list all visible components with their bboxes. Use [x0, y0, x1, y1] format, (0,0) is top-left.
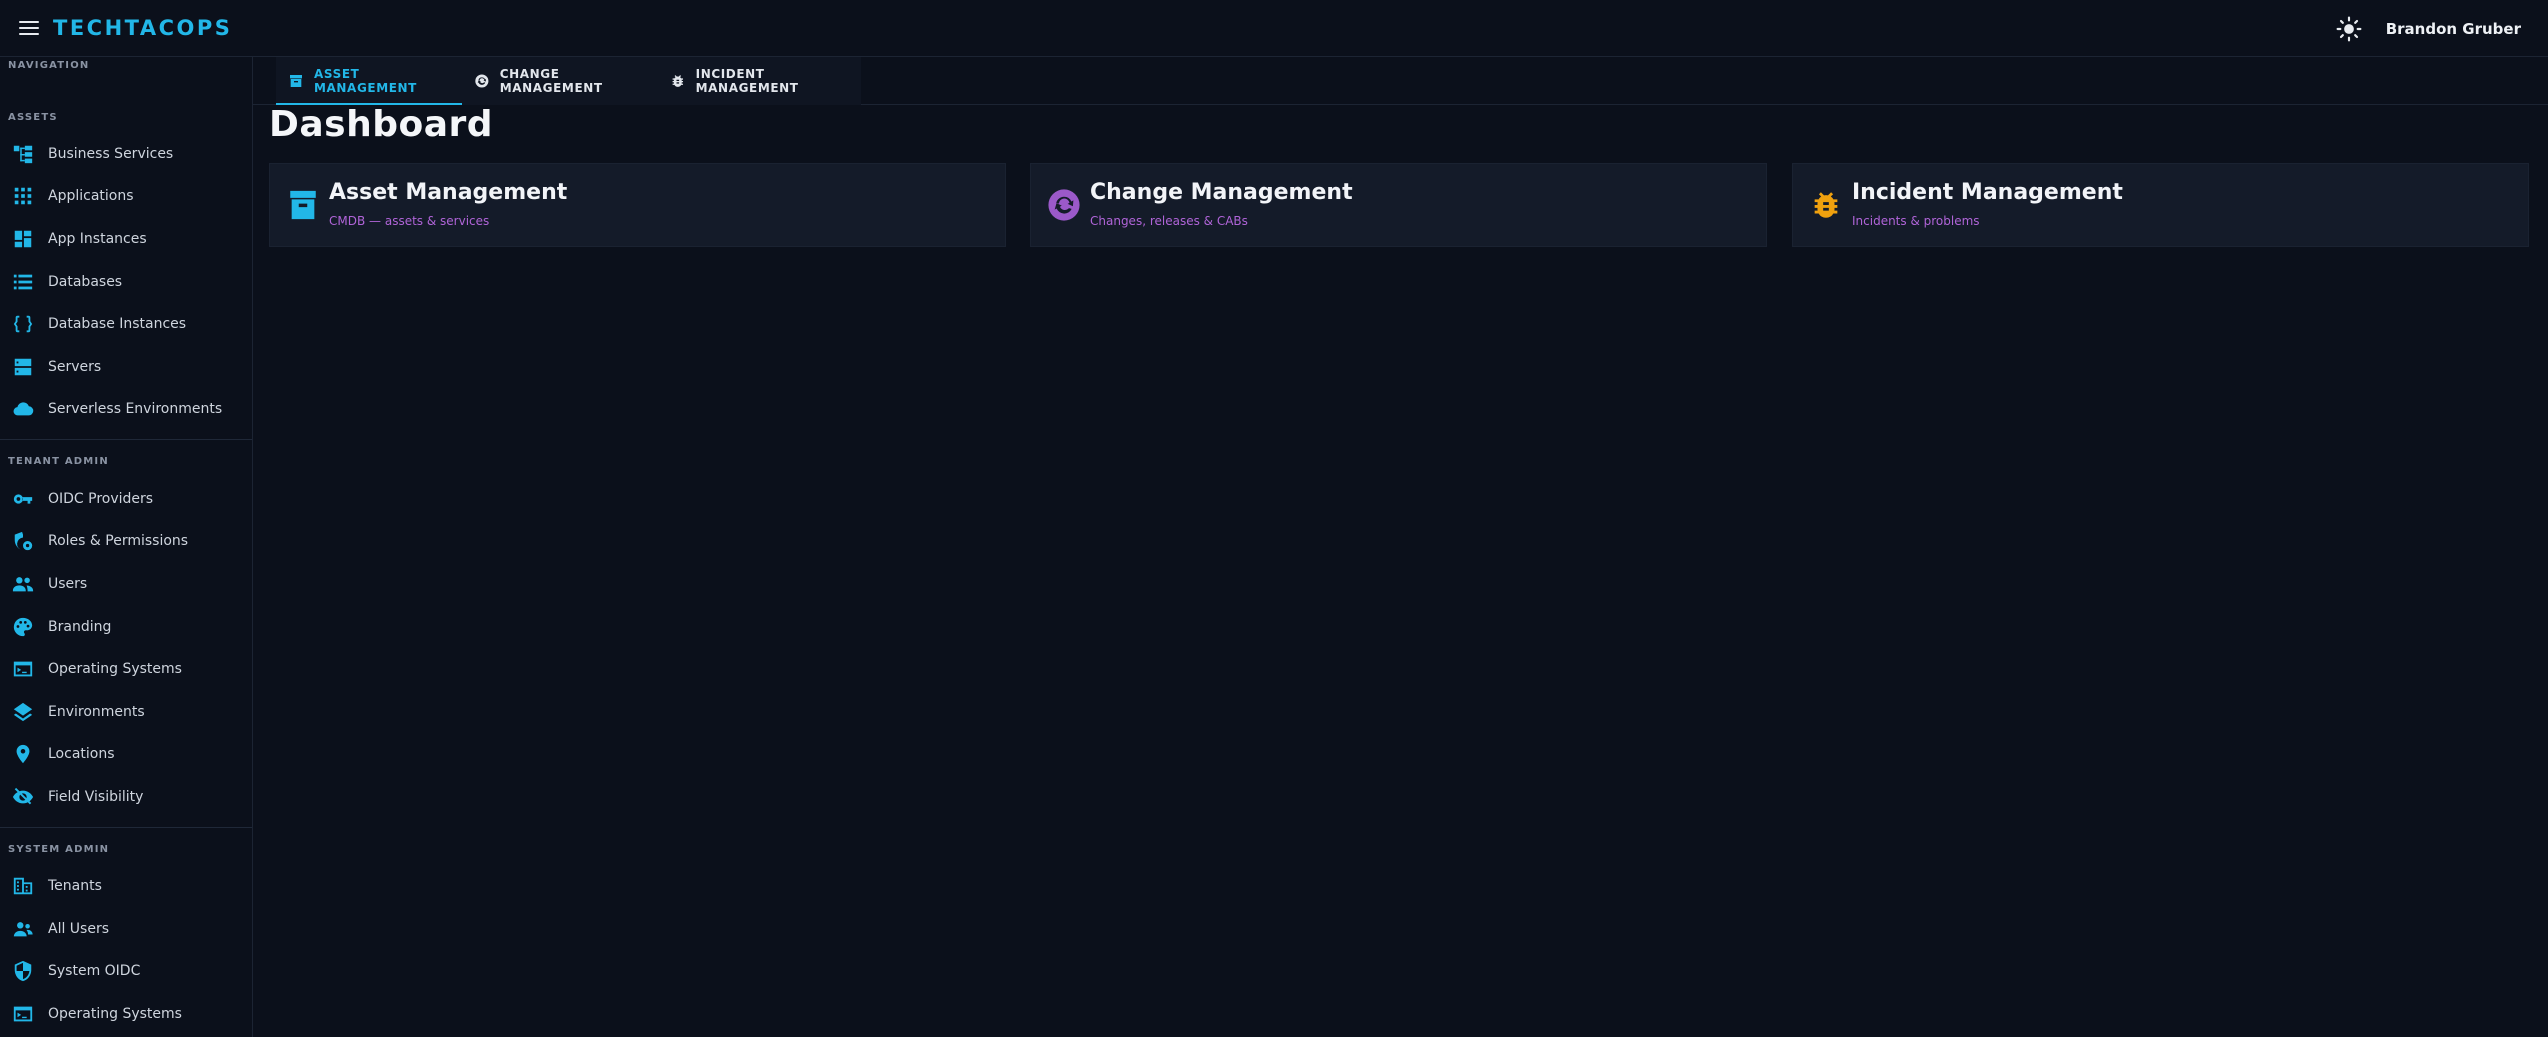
sidebar-section-assets: ASSETS: [8, 112, 58, 123]
shield-icon: [12, 960, 34, 982]
top-bar: TECHTACOPS Brandon Gruber: [0, 0, 2548, 57]
eye-off-icon: [12, 786, 34, 808]
terminal-icon: [12, 1003, 34, 1025]
people-icon: [12, 573, 34, 595]
sidebar-item-locations[interactable]: Locations: [0, 734, 252, 774]
archive-box-icon: [290, 190, 316, 220]
sidebar-nav-title: NAVIGATION: [8, 60, 90, 71]
sidebar-item-label: Locations: [48, 746, 115, 762]
sidebar-item-label: System OIDC: [48, 963, 141, 979]
hierarchy-icon: [12, 143, 34, 165]
sidebar-item-serverless-environments[interactable]: Serverless Environments: [0, 389, 252, 429]
sidebar-item-field-visibility[interactable]: Field Visibility: [0, 777, 252, 817]
sidebar-item-databases[interactable]: Databases: [0, 262, 252, 302]
card-subtitle: Incidents & problems: [1852, 214, 1980, 228]
tab-asset-management[interactable]: ASSET MANAGEMENT: [276, 57, 462, 105]
user-name[interactable]: Brandon Gruber: [2386, 20, 2521, 38]
sidebar-item-database-instances[interactable]: Database Instances: [0, 304, 252, 344]
sidebar-item-system-oidc[interactable]: System OIDC: [0, 951, 252, 991]
sidebar-section-system-admin: SYSTEM ADMIN: [8, 844, 110, 855]
sidebar-item-system-operating-systems[interactable]: Operating Systems: [0, 994, 252, 1034]
location-pin-icon: [12, 743, 34, 765]
building-icon: [12, 875, 34, 897]
terminal-icon: [12, 658, 34, 680]
sidebar-item-app-instances[interactable]: App Instances: [0, 219, 252, 259]
card-title: Asset Management: [329, 180, 568, 205]
sidebar-item-label: Environments: [48, 704, 145, 720]
layers-icon: [12, 701, 34, 723]
database-list-icon: [12, 271, 34, 293]
sidebar-item-operating-systems[interactable]: Operating Systems: [0, 649, 252, 689]
server-icon: [12, 356, 34, 378]
sidebar-item-users[interactable]: Users: [0, 564, 252, 604]
tab-label: INCIDENT MANAGEMENT: [695, 67, 799, 95]
sync-circle-icon: [1048, 189, 1080, 221]
palette-icon: [12, 616, 34, 638]
bug-icon: [672, 75, 684, 87]
card-asset-management[interactable]: Asset Management CMDB — assets & service…: [269, 163, 1006, 247]
tab-label: ASSET MANAGEMENT: [313, 67, 417, 95]
tab-incident-management[interactable]: INCIDENT MANAGEMENT: [658, 57, 861, 105]
sidebar-item-label: App Instances: [48, 231, 147, 247]
dashboard-tiles-icon: [12, 228, 34, 250]
card-subtitle: Changes, releases & CABs: [1090, 214, 1248, 228]
tab-label: CHANGE MANAGEMENT: [499, 67, 603, 95]
bug-icon: [1814, 192, 1838, 218]
page-title: Dashboard: [269, 104, 494, 145]
sidebar-item-oidc-providers[interactable]: OIDC Providers: [0, 479, 252, 519]
card-title: Change Management: [1090, 180, 1353, 205]
sidebar-divider: [0, 439, 252, 440]
card-subtitle: CMDB — assets & services: [329, 214, 490, 228]
sidebar-item-roles-permissions[interactable]: Roles & Permissions: [0, 521, 252, 561]
sidebar-item-label: Applications: [48, 188, 134, 204]
sidebar-item-label: Field Visibility: [48, 789, 144, 805]
sidebar-item-branding[interactable]: Branding: [0, 607, 252, 647]
sidebar-item-label: Database Instances: [48, 316, 187, 332]
sidebar-item-label: OIDC Providers: [48, 491, 154, 507]
sidebar-item-label: Users: [48, 576, 88, 592]
sidebar-item-tenants[interactable]: Tenants: [0, 866, 252, 906]
sidebar-item-label: Serverless Environments: [48, 401, 223, 417]
sidebar-item-label: Databases: [48, 274, 123, 290]
brand-logo[interactable]: TECHTACOPS: [53, 16, 232, 40]
key-icon: [12, 488, 34, 510]
sidebar-divider: [0, 827, 252, 828]
cloud-icon: [12, 398, 34, 420]
sidebar-item-label: Operating Systems: [48, 661, 182, 677]
sidebar-item-servers[interactable]: Servers: [0, 347, 252, 387]
sidebar-item-label: All Users: [48, 921, 110, 937]
sidebar-item-label: Roles & Permissions: [48, 533, 189, 549]
tab-change-management[interactable]: CHANGE MANAGEMENT: [462, 57, 658, 105]
sidebar-item-label: Servers: [48, 359, 102, 375]
top-bar-right: Brandon Gruber: [2336, 0, 2521, 57]
sidebar-section-tenant-admin: TENANT ADMIN: [8, 456, 109, 467]
sync-circle-icon: [475, 74, 489, 88]
sidebar-item-business-services[interactable]: Business Services: [0, 134, 252, 174]
sidebar-item-environments[interactable]: Environments: [0, 692, 252, 732]
card-title: Incident Management: [1852, 180, 2123, 205]
shield-gear-icon: [12, 530, 34, 552]
sidebar-item-label: Operating Systems: [48, 1006, 182, 1022]
archive-box-icon: [289, 75, 302, 87]
card-change-management[interactable]: Change Management Changes, releases & CA…: [1030, 163, 1767, 247]
card-incident-management[interactable]: Incident Management Incidents & problems: [1792, 163, 2529, 247]
people-outline-icon: [12, 918, 34, 940]
sidebar-item-all-users[interactable]: All Users: [0, 909, 252, 949]
module-tabs: ASSET MANAGEMENT CHANGE MANAGEMENT INCID…: [276, 57, 861, 105]
apps-grid-icon: [12, 185, 34, 207]
sidebar-item-applications[interactable]: Applications: [0, 176, 252, 216]
braces-icon: [12, 313, 34, 335]
sidebar-item-label: Business Services: [48, 146, 174, 162]
sidebar: NAVIGATION ASSETS Business Services Appl…: [0, 57, 253, 1037]
sun-icon[interactable]: [2336, 16, 2362, 42]
hamburger-menu-icon[interactable]: [19, 21, 39, 35]
sidebar-item-label: Branding: [48, 619, 112, 635]
sidebar-item-label: Tenants: [48, 878, 102, 894]
